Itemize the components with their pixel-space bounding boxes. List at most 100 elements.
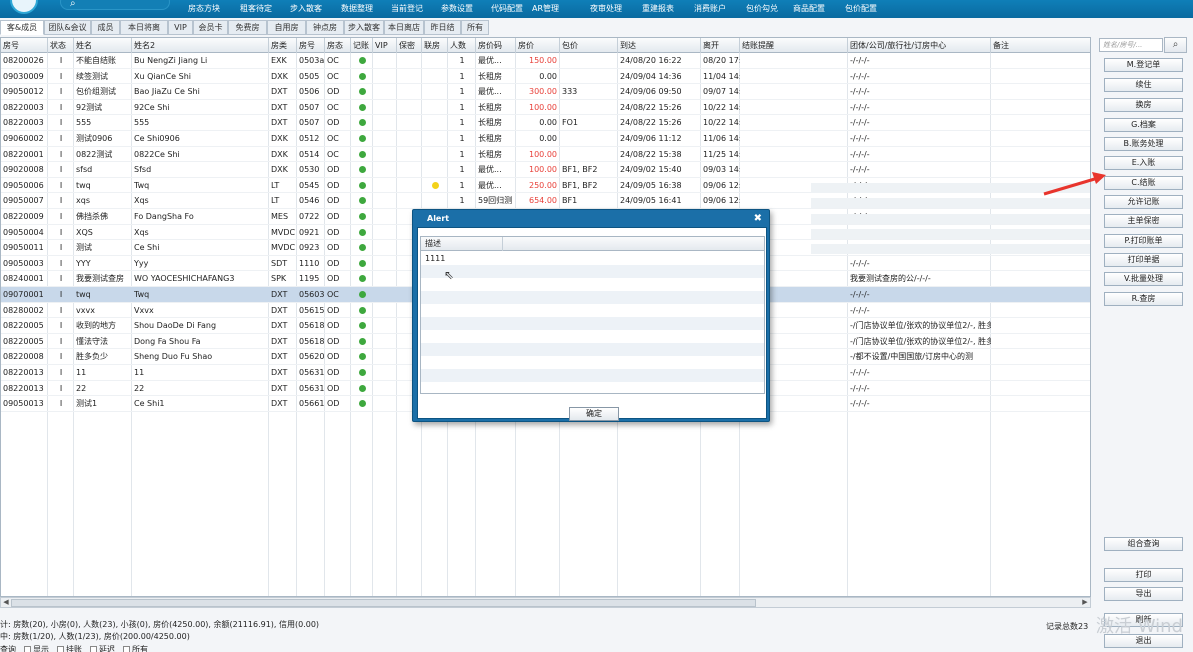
column-header[interactable]: 房号 (1, 38, 48, 53)
toolbar-item[interactable]: AR管理 (532, 3, 559, 14)
charge-status-cell (351, 318, 373, 333)
tab-item[interactable]: 钟点房 (306, 20, 344, 35)
column-header[interactable]: 联房 (422, 38, 448, 53)
tab-item[interactable]: 免费房 (228, 20, 267, 35)
action-button[interactable]: M.登记单 (1104, 58, 1183, 72)
toolbar-item[interactable]: 包价勾兑 (746, 3, 778, 14)
table-row[interactable]: 08220003 I 555 555 DXT 0507 OD 1 长租房 0.00 FO1 24/08… (1, 115, 1090, 131)
checkbox-box[interactable] (57, 646, 64, 652)
column-header[interactable]: 离开 (701, 38, 740, 53)
column-header[interactable]: 人数 (448, 38, 476, 53)
close-icon[interactable]: ✖ (754, 213, 762, 224)
toolbar-item[interactable]: 房态方块 (188, 3, 220, 14)
column-header[interactable]: 房类 (269, 38, 297, 53)
tab-item[interactable]: 所有 (461, 20, 489, 35)
tab-item[interactable]: VIP (168, 20, 193, 35)
toolbar-item[interactable]: 商品配置 (793, 3, 825, 14)
cell-type: DXT (271, 383, 288, 393)
cell-status: I (59, 227, 63, 237)
action-button[interactable]: 换房 (1104, 98, 1183, 112)
column-header[interactable]: 结账提醒 (740, 38, 848, 53)
table-row[interactable]: 09030009 I 续签测试 Xu QianCe Shi DXK 0505 OC 1 长租房 0… (1, 69, 1090, 85)
cell-room: 0923 (299, 243, 320, 253)
status-dot-icon (358, 353, 366, 361)
table-row[interactable]: 08220001 I 0822测试 0822Ce Shi DXK 0514 OC 1 长租房 10… (1, 147, 1090, 163)
column-header[interactable]: 团体/公司/旅行社/订房中心 (848, 38, 991, 53)
action-button[interactable]: 组合查询 (1104, 537, 1183, 551)
toolbar-item[interactable]: 代码配置 (491, 3, 523, 14)
column-header[interactable]: VIP (373, 38, 397, 53)
room-search-button[interactable]: ⌕ (1164, 37, 1187, 53)
checkbox-box[interactable] (90, 646, 97, 652)
tab-item[interactable]: 客&成员 (0, 20, 44, 35)
action-button[interactable]: 打印 (1104, 568, 1183, 582)
toolbar-item[interactable]: 消费账户 (694, 3, 726, 14)
column-header[interactable]: 包价 (560, 38, 618, 53)
filter-checkbox[interactable]: 显示 (24, 645, 49, 652)
toolbar-item[interactable]: 重建报表 (642, 3, 674, 14)
column-header[interactable]: 状态 (48, 38, 74, 53)
column-header[interactable]: 房号 (297, 38, 325, 53)
toolbar-item[interactable]: 当前登记 (391, 3, 423, 14)
action-button[interactable]: V.批量处理 (1104, 272, 1183, 286)
room-search-input[interactable]: 姓名/房号/... (1099, 38, 1163, 52)
cell-status: I (59, 305, 63, 315)
action-button[interactable]: B.账务处理 (1104, 137, 1183, 151)
action-button[interactable]: G.档案 (1104, 118, 1183, 132)
cell-status: I (59, 87, 63, 97)
table-row[interactable]: 09020008 Isfsd Sfsd DXK 0530 OD 1 最优... 100.00 BF… (1, 162, 1090, 178)
checkbox-box[interactable] (24, 646, 31, 652)
tab-item[interactable]: 本日离店 (384, 20, 424, 35)
horizontal-scrollbar[interactable]: ◀ ▶ (0, 597, 1091, 608)
toolbar-item[interactable]: 夜审处理 (590, 3, 622, 14)
global-search[interactable]: ⌕ (60, 0, 170, 10)
action-button[interactable]: 续住 (1104, 78, 1183, 92)
column-header[interactable]: 备注 (991, 38, 1090, 53)
column-header[interactable]: 到达 (618, 38, 701, 53)
scroll-right-arrow[interactable]: ▶ (1080, 598, 1090, 607)
toolbar-item[interactable]: 租客待定 (240, 3, 272, 14)
action-button[interactable]: 导出 (1104, 587, 1183, 601)
tab-item[interactable]: 步入散客 (344, 20, 384, 35)
cell-people: 1 (459, 71, 465, 81)
column-header[interactable]: 姓名2 (132, 38, 269, 53)
cell-name2: Twq (134, 180, 150, 190)
cell-name2: Sheng Duo Fu Shao (134, 352, 213, 362)
table-row[interactable]: 09060002 I 测试0906 Ce Shi0906 DXK 0512 OC 1 长租房 0.… (1, 131, 1090, 147)
table-row[interactable]: 08220003 I 92测试 92Ce Shi DXT 0507 OC 1 长租房 100.00… (1, 100, 1090, 116)
filter-checkbox[interactable]: 挂账 (57, 645, 82, 652)
table-row[interactable]: 09050012 I 包价组测试 Bao JiaZu Ce Shi DXT 0506 OD 1… (1, 84, 1090, 100)
action-button[interactable]: 允许记账 (1104, 195, 1183, 209)
column-header[interactable]: 房价 (516, 38, 560, 53)
tab-item[interactable]: 成员 (91, 20, 120, 35)
action-button[interactable]: R.查房 (1104, 292, 1183, 306)
toolbar-item[interactable]: 数据整理 (341, 3, 373, 14)
column-header[interactable]: 房价码 (476, 38, 516, 53)
checkbox-box[interactable] (123, 646, 130, 652)
action-button[interactable]: P.打印账单 (1104, 234, 1183, 248)
action-button[interactable]: E.入账 (1104, 156, 1183, 170)
cell-type: EXK (271, 56, 287, 65)
toolbar-item[interactable]: 包价配置 (845, 3, 877, 14)
filter-checkbox[interactable]: 所有 (123, 645, 148, 652)
action-button[interactable]: 打印单据 (1104, 253, 1183, 267)
toolbar-item[interactable]: 参数设置 (441, 3, 473, 14)
column-header[interactable]: 房态 (325, 38, 351, 53)
alert-column-description: 描述 (425, 237, 503, 251)
scroll-thumb[interactable] (11, 599, 756, 607)
action-button[interactable]: 主单保密 (1104, 214, 1183, 228)
table-row[interactable]: 08200026 I 不能自结账 Bu NengZi Jiang Li EXK 0503a… (1, 53, 1090, 69)
tab-item[interactable]: 自用房 (267, 20, 306, 35)
filter-checkbox[interactable]: 延迟 (90, 645, 115, 652)
column-header[interactable]: 记账 (351, 38, 373, 53)
tab-item[interactable]: 本日将离 (120, 20, 168, 35)
tab-item[interactable]: 团队&会议 (44, 20, 91, 35)
tab-item[interactable]: 昨日结账 (424, 20, 461, 46)
scroll-left-arrow[interactable]: ◀ (1, 598, 11, 607)
tab-item[interactable]: 会员卡 (193, 20, 228, 35)
ok-button[interactable]: 确定 (569, 407, 619, 421)
column-header[interactable]: 保密 (397, 38, 422, 53)
toolbar-item[interactable]: 步入散客 (290, 3, 322, 14)
column-header[interactable]: 姓名 (74, 38, 132, 53)
action-button[interactable]: C.结账 (1104, 176, 1183, 190)
